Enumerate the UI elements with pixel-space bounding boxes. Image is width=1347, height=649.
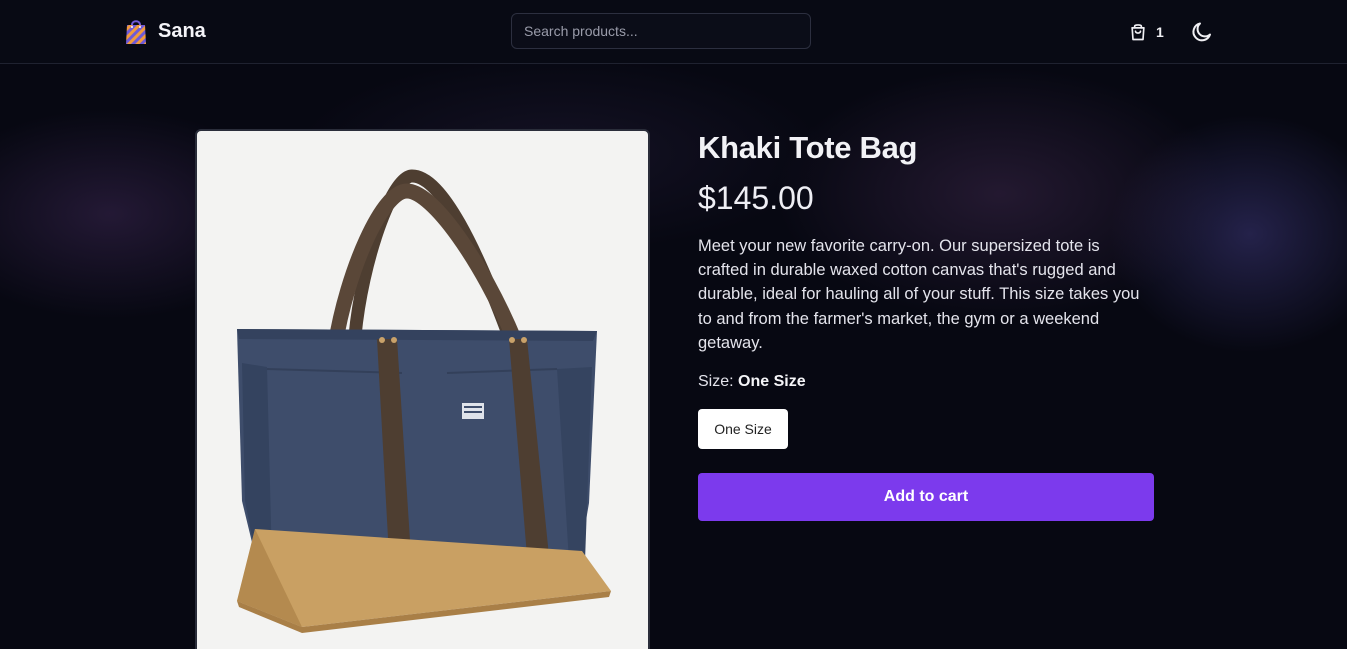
search-input[interactable] xyxy=(511,13,811,49)
product-image xyxy=(195,129,650,649)
brand-name: Sana xyxy=(158,19,206,42)
cart-count: 1 xyxy=(1156,24,1164,40)
shopping-bag-logo-icon xyxy=(126,20,146,44)
brand-link[interactable]: Sana xyxy=(124,16,206,46)
shopping-bag-icon xyxy=(1131,24,1145,41)
size-option-one-size[interactable]: One Size xyxy=(698,409,788,450)
size-label: Size: xyxy=(698,373,739,391)
size-row: Size: One Size xyxy=(698,371,1154,393)
selected-size: One Size xyxy=(738,373,806,391)
site-header: Sana 1 xyxy=(0,0,1347,64)
product-info: Khaki Tote Bag $145.00 Meet your new fav… xyxy=(698,128,1154,522)
moon-icon xyxy=(1192,22,1211,42)
cart-button[interactable]: 1 xyxy=(1128,20,1164,44)
add-to-cart-button[interactable]: Add to cart xyxy=(698,473,1154,522)
tote-bag-image xyxy=(237,169,611,633)
product-price: $145.00 xyxy=(698,180,814,216)
theme-toggle-button[interactable] xyxy=(1190,20,1214,44)
product-title: Khaki Tote Bag xyxy=(698,130,918,165)
product-description: Meet your new favorite carry-on. Our sup… xyxy=(698,237,1140,352)
